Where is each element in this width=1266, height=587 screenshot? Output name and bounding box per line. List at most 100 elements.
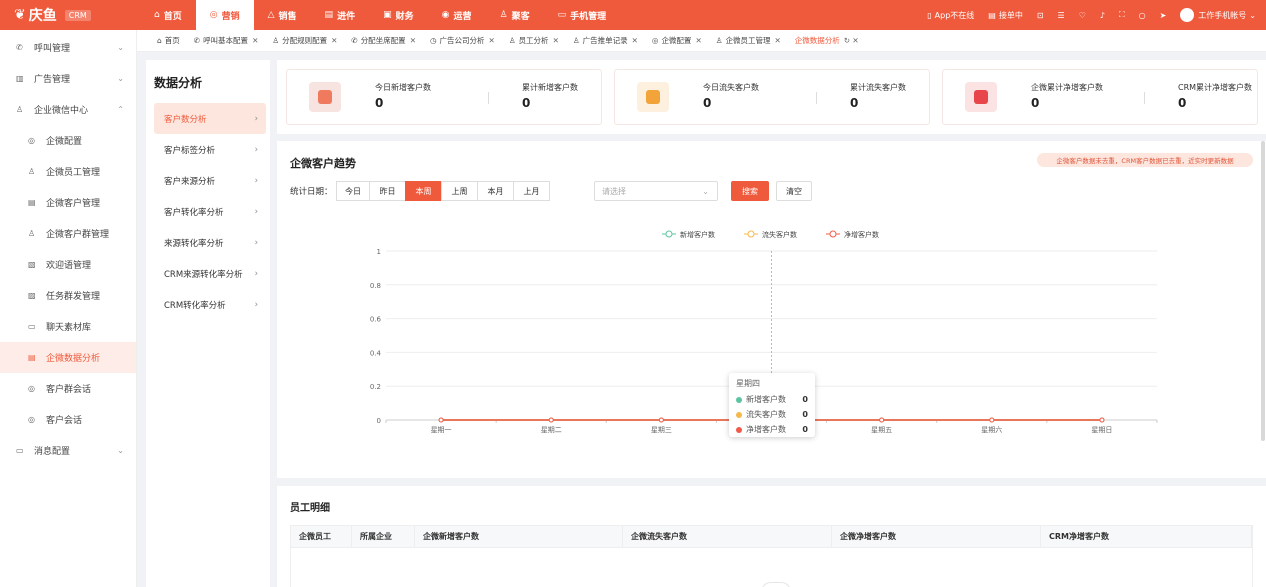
dial-icon[interactable]: ▤ — [988, 11, 996, 20]
nav-icon: ♙ — [499, 10, 508, 20]
sidebar-item-label: 企微客户管理 — [46, 199, 101, 209]
sidebar-item-label: 企微员工管理 — [46, 168, 101, 178]
search-icon[interactable]: ○ — [1139, 11, 1146, 20]
close-icon[interactable]: ✕ — [553, 36, 559, 45]
stat-label-2: 累计新增客户数 — [522, 83, 578, 92]
legend-label: 流失客户数 — [762, 230, 797, 239]
nav-item-2[interactable]: △ 销售 — [254, 0, 311, 30]
analysis-item-0[interactable]: 客户数分析 › — [154, 103, 266, 134]
sidebar-item-icon: ♙ — [16, 105, 24, 114]
nav-item-5[interactable]: ◉ 运营 — [428, 0, 486, 30]
dial-status[interactable]: 接单中 — [999, 10, 1023, 21]
list-icon[interactable]: ☰ — [1058, 11, 1065, 20]
tab-8[interactable]: ♙ 企微员工管理 ✕ — [708, 35, 787, 46]
analysis-item-label: 客户标签分析 — [164, 145, 216, 156]
chevron-icon: ⌄ — [117, 74, 124, 83]
stat-value-2: 0 — [850, 96, 859, 110]
data-point — [1099, 417, 1105, 423]
account-name[interactable]: 工作手机帐号 — [1198, 10, 1246, 21]
close-icon[interactable]: ✕ — [252, 36, 258, 45]
search-button[interactable]: 搜索 — [731, 181, 769, 201]
legend-marker — [829, 230, 837, 238]
data-point — [989, 417, 995, 423]
tooltip-series-value: 0 — [802, 410, 808, 419]
analysis-item-3[interactable]: 客户转化率分析 › — [154, 196, 266, 227]
sidebar-item-4[interactable]: ♙ 企微员工管理 — [0, 156, 136, 187]
tab-0[interactable]: ⌂ 首页 — [149, 35, 186, 46]
bell-icon[interactable]: ♪ — [1100, 11, 1105, 20]
close-icon[interactable]: ✕ — [695, 36, 701, 45]
analysis-item-4[interactable]: 来源转化率分析 › — [154, 227, 266, 258]
sidebar-item-11[interactable]: ◎ 客户群会话 — [0, 373, 136, 404]
nav-item-4[interactable]: ▣ 财务 — [369, 0, 428, 30]
tooltip-series-name: 新增客户数 — [746, 395, 786, 404]
analysis-item-6[interactable]: CRM转化率分析 › — [154, 289, 266, 320]
sidebar-item-2[interactable]: ♙ 企业微信中心 ⌃ — [0, 94, 136, 125]
date-button-2[interactable]: 本周 — [405, 181, 442, 201]
lock-icon[interactable]: ⊡ — [1037, 11, 1044, 20]
tab-4[interactable]: ◷ 广告公司分析 ✕ — [422, 35, 501, 46]
close-icon[interactable]: ↻ ✕ — [844, 36, 859, 45]
chevron-down-icon: ⌄ — [702, 186, 709, 196]
date-button-0[interactable]: 今日 — [336, 181, 370, 201]
sidebar-item-0[interactable]: ✆ 呼叫管理 ⌄ — [0, 32, 136, 63]
close-icon[interactable]: ✕ — [331, 36, 337, 45]
tab-label: 企微配置 — [661, 36, 692, 45]
tab-1[interactable]: ✆ 呼叫基本配置 ✕ — [186, 35, 265, 46]
tab-9[interactable]: 企微数据分析 ↻ ✕ — [787, 35, 865, 46]
send-icon[interactable]: ➤ — [1160, 11, 1167, 20]
logo[interactable]: ❦ 庆鱼 CRM — [0, 5, 140, 25]
sidebar-item-label: 任务群发管理 — [46, 292, 101, 302]
tab-3[interactable]: ✆ 分配坐席配置 ✕ — [343, 35, 422, 46]
sidebar-item-7[interactable]: ▧ 欢迎语管理 — [0, 249, 136, 280]
company-select[interactable]: 请选择 ⌄ — [594, 181, 718, 201]
close-icon[interactable]: ✕ — [410, 36, 416, 45]
tab-7[interactable]: ◎ 企微配置 ✕ — [644, 35, 708, 46]
analysis-title: 数据分析 — [154, 76, 203, 90]
clear-button[interactable]: 清空 — [776, 181, 812, 201]
sidebar-item-5[interactable]: ▤ 企微客户管理 — [0, 187, 136, 218]
sidebar-item-13[interactable]: ▭ 消息配置 ⌄ — [0, 435, 136, 466]
date-button-5[interactable]: 上月 — [513, 181, 550, 201]
analysis-item-1[interactable]: 客户标签分析 › — [154, 134, 266, 165]
select-placeholder: 请选择 — [602, 186, 626, 196]
sidebar-item-3[interactable]: ◎ 企微配置 — [0, 125, 136, 156]
nav-item-3[interactable]: ▤ 进件 — [311, 0, 370, 30]
date-button-1[interactable]: 昨日 — [369, 181, 406, 201]
nav-item-1[interactable]: ◎ 营销 — [195, 0, 254, 30]
sidebar-item-10[interactable]: ▤ 企微数据分析 — [0, 342, 136, 373]
nav-item-0[interactable]: ⌂ 首页 — [140, 0, 196, 30]
nav-item-6[interactable]: ♙ 聚客 — [485, 0, 543, 30]
app-status[interactable]: App不在线 — [935, 10, 975, 21]
logo-badge: CRM — [64, 9, 91, 21]
date-button-3[interactable]: 上周 — [441, 181, 478, 201]
stat-label-1: 企微累计净增客户数 — [1031, 83, 1103, 92]
tab-5[interactable]: ♙ 员工分析 ✕ — [501, 35, 565, 46]
page-scrollbar[interactable] — [1261, 141, 1265, 441]
shirt-icon[interactable]: ♡ — [1079, 11, 1086, 20]
sidebar-item-9[interactable]: ▭ 聊天素材库 — [0, 311, 136, 342]
close-icon[interactable]: ✕ — [489, 36, 495, 45]
chevron-down-icon[interactable]: ⌄ — [1249, 11, 1256, 20]
date-button-4[interactable]: 本月 — [477, 181, 514, 201]
tab-6[interactable]: ♙ 广告推单记录 ✕ — [565, 35, 644, 46]
analysis-item-2[interactable]: 客户来源分析 › — [154, 165, 266, 196]
nav-item-7[interactable]: ▭ 手机管理 — [544, 0, 621, 30]
tab-icon: ♙ — [715, 36, 723, 45]
tab-label: 员工分析 — [518, 36, 549, 45]
sidebar-item-12[interactable]: ◎ 客户会话 — [0, 404, 136, 435]
nav-icon: ▣ — [383, 10, 392, 20]
sidebar-item-8[interactable]: ▨ 任务群发管理 — [0, 280, 136, 311]
sidebar-item-6[interactable]: ♙ 企微客户群管理 — [0, 218, 136, 249]
fullscreen-icon[interactable]: ⛶ — [1119, 10, 1125, 20]
phone-icon[interactable]: ▯ — [927, 11, 931, 20]
avatar[interactable] — [1180, 8, 1195, 22]
analysis-item-5[interactable]: CRM来源转化率分析 › — [154, 258, 266, 289]
close-icon[interactable]: ✕ — [774, 36, 780, 45]
close-icon[interactable]: ✕ — [632, 36, 638, 45]
chevron-icon: ⌄ — [117, 43, 124, 52]
tab-2[interactable]: ♙ 分配规则配置 ✕ — [264, 35, 343, 46]
nav-icon: ◎ — [209, 10, 218, 20]
nav-label: 进件 — [337, 11, 356, 22]
sidebar-item-1[interactable]: ▥ 广告管理 ⌄ — [0, 63, 136, 94]
